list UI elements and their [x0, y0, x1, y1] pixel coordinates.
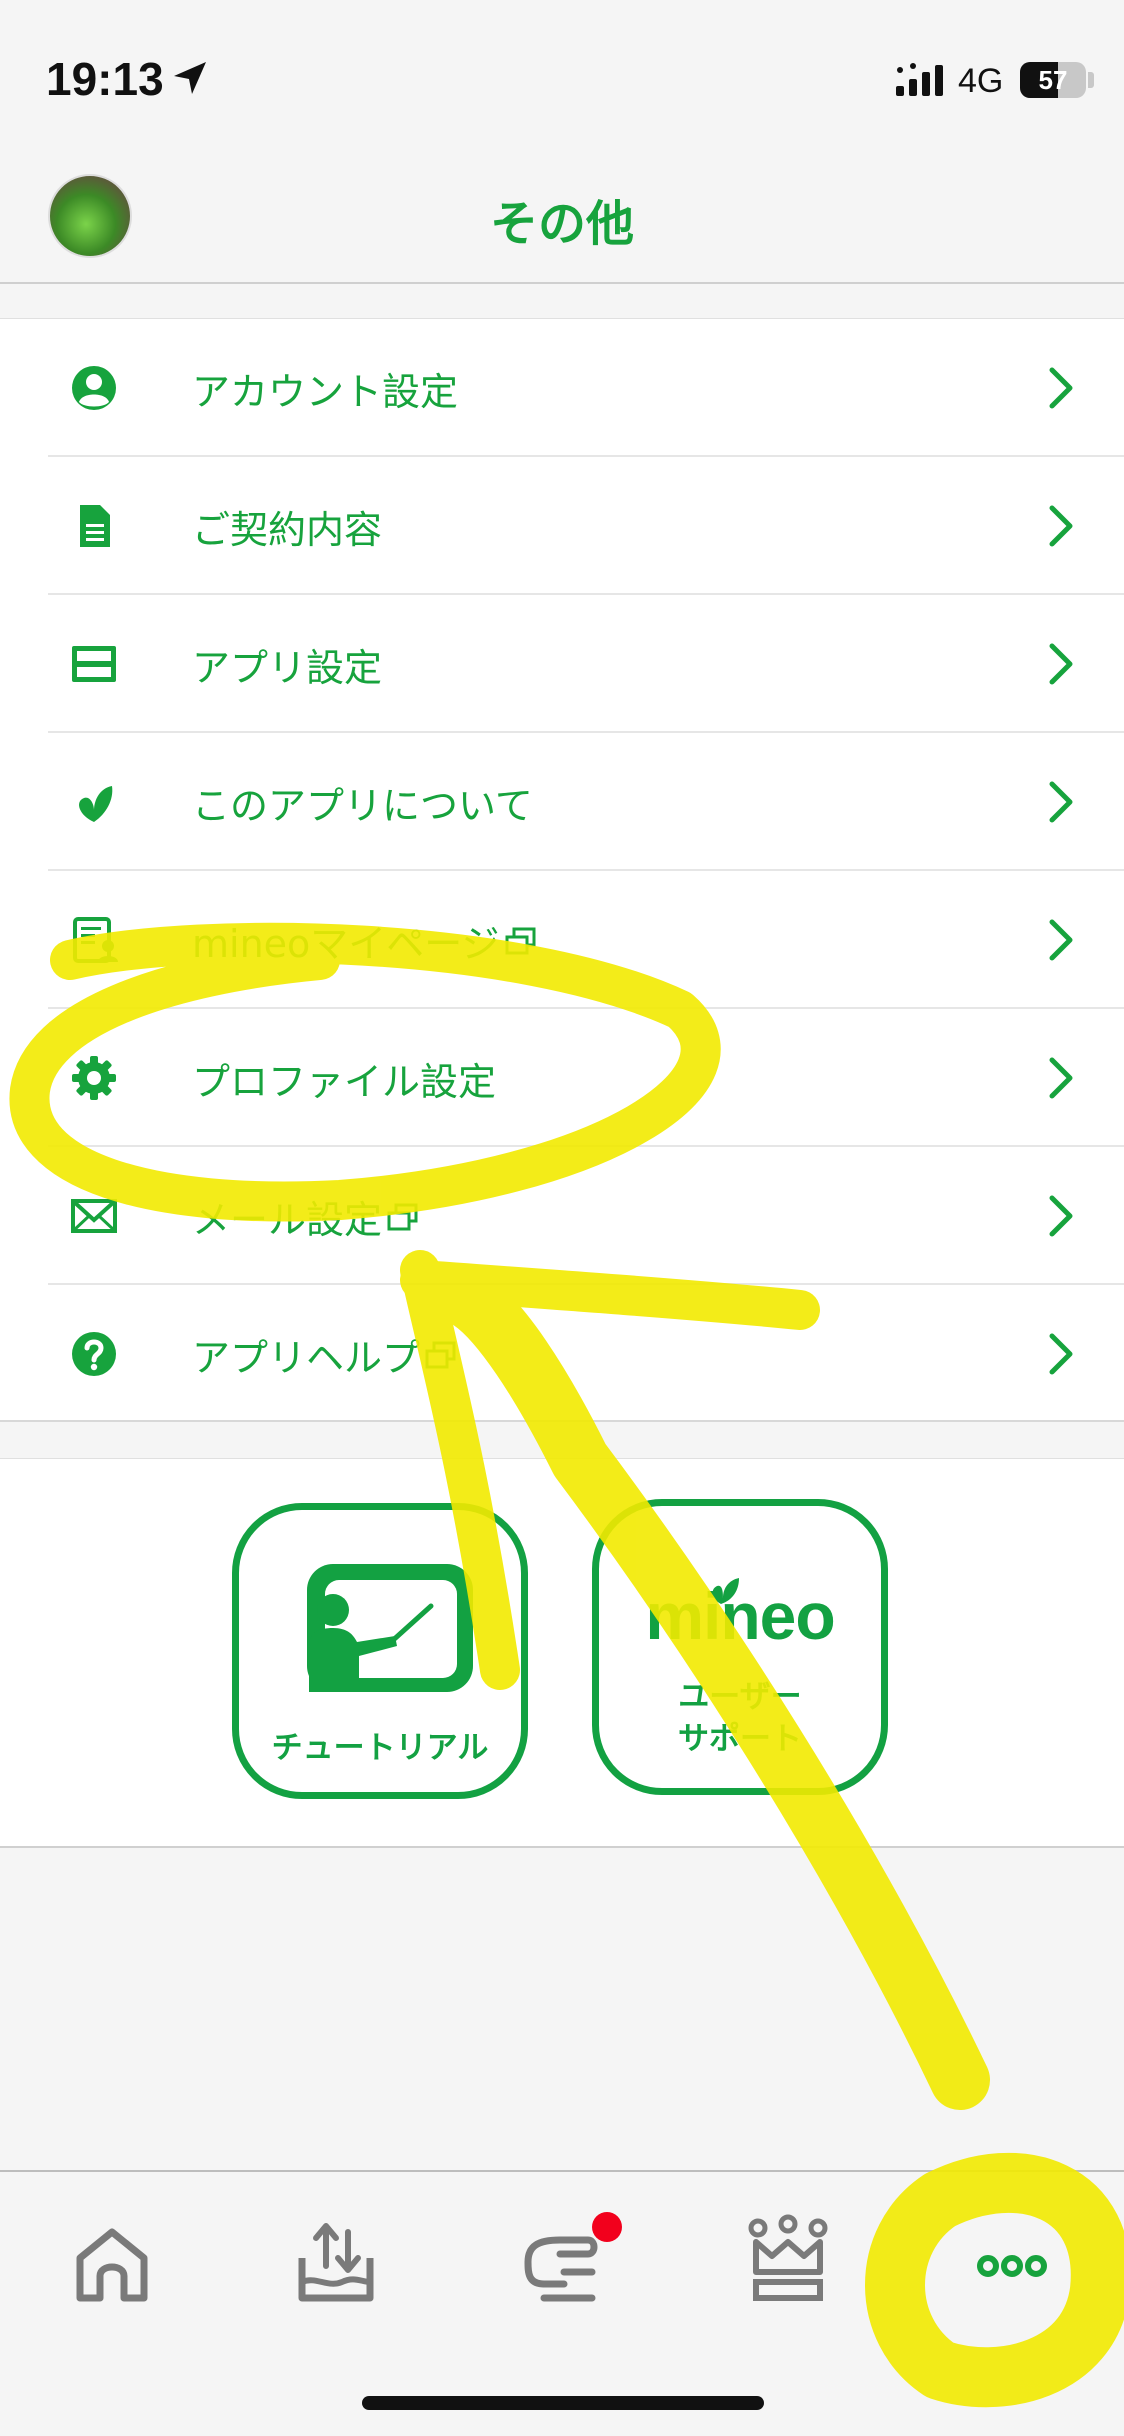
chevron-right-icon: [1049, 367, 1073, 409]
menu-item-profile-settings[interactable]: プロファイル設定: [48, 1009, 1124, 1147]
status-bar: 19:13 4G 57: [0, 0, 1124, 140]
external-link-icon: [425, 1341, 456, 1368]
tab-home[interactable]: [52, 2202, 172, 2322]
tab-ranking[interactable]: [728, 2202, 848, 2322]
menu-label: ご契約内容: [192, 508, 383, 552]
menu-label: プロファイル設定: [192, 1060, 497, 1104]
menu-item-account-settings[interactable]: アカウント設定: [48, 319, 1124, 457]
chevron-right-icon: [1049, 643, 1073, 685]
menu-label: mineoマイページ: [192, 913, 538, 968]
chevron-right-icon: [1049, 505, 1073, 547]
crown-icon: [748, 2214, 828, 2301]
menu-label: アカウント設定: [192, 370, 459, 414]
support-label: ユーザー サポート: [678, 1679, 802, 1757]
menu-item-contract[interactable]: ご契約内容: [48, 457, 1124, 595]
home-icon: [76, 2228, 148, 2302]
mineo-leaf-icon: [79, 786, 113, 822]
menu-item-mail-settings[interactable]: メール設定: [48, 1147, 1124, 1285]
mypage-icon: [73, 917, 118, 963]
settings-menu: アカウント設定 ご契約内容 アプリ設定 このアプリについて mineoマイページ…: [0, 318, 1124, 1422]
home-indicator: [362, 2396, 764, 2410]
status-time: 19:13: [46, 53, 164, 105]
help-icon: [72, 1332, 116, 1376]
menu-label: アプリ設定: [192, 646, 383, 690]
location-arrow-icon: [174, 62, 206, 94]
menu-label: メール設定: [192, 1189, 420, 1244]
account-icon: [72, 366, 116, 410]
header: その他: [0, 140, 1124, 284]
user-support-button[interactable]: mineo ユーザー サポート: [592, 1499, 888, 1795]
chevron-right-icon: [1049, 919, 1073, 961]
chevron-right-icon: [1049, 1333, 1073, 1375]
menu-label: このアプリについて: [192, 784, 533, 828]
tab-data-share[interactable]: [276, 2202, 396, 2322]
menu-item-app-help[interactable]: アプリヘルプ: [48, 1285, 1124, 1423]
network-type: 4G: [958, 62, 1004, 100]
more-dots-icon: [977, 2255, 1047, 2277]
battery-icon: 57: [1020, 62, 1086, 98]
chevron-right-icon: [1049, 781, 1073, 823]
tab-more[interactable]: [952, 2202, 1072, 2322]
tutorial-icon: [307, 1564, 473, 1692]
menu-label: アプリヘルプ: [192, 1327, 458, 1382]
chevron-right-icon: [1049, 1195, 1073, 1237]
menu-item-mineo-mypage[interactable]: mineoマイページ: [48, 871, 1124, 1009]
external-link-icon: [387, 1203, 418, 1230]
app-settings-icon: [72, 646, 116, 682]
tutorial-label: チュートリアル: [271, 1730, 489, 1766]
external-link-icon: [505, 927, 536, 954]
mineo-logo: mineo: [645, 1579, 835, 1653]
data-share-icon: [298, 2223, 374, 2302]
menu-item-app-settings[interactable]: アプリ設定: [48, 595, 1124, 733]
page-title: その他: [489, 196, 634, 252]
chevron-right-icon: [1049, 1057, 1073, 1099]
battery-tip: [1088, 72, 1094, 88]
signal-icon: [896, 63, 943, 96]
tutorial-button[interactable]: チュートリアル: [232, 1503, 528, 1799]
gear-icon: [72, 1056, 116, 1100]
mail-icon: [71, 1199, 117, 1233]
shortcut-section: チュートリアル mineo ユーザー サポート: [0, 1458, 1124, 1848]
battery-percent: 57: [1038, 64, 1068, 95]
document-icon: [80, 505, 110, 547]
menu-item-about-app[interactable]: このアプリについて: [48, 733, 1124, 871]
notification-badge: [592, 2212, 622, 2242]
